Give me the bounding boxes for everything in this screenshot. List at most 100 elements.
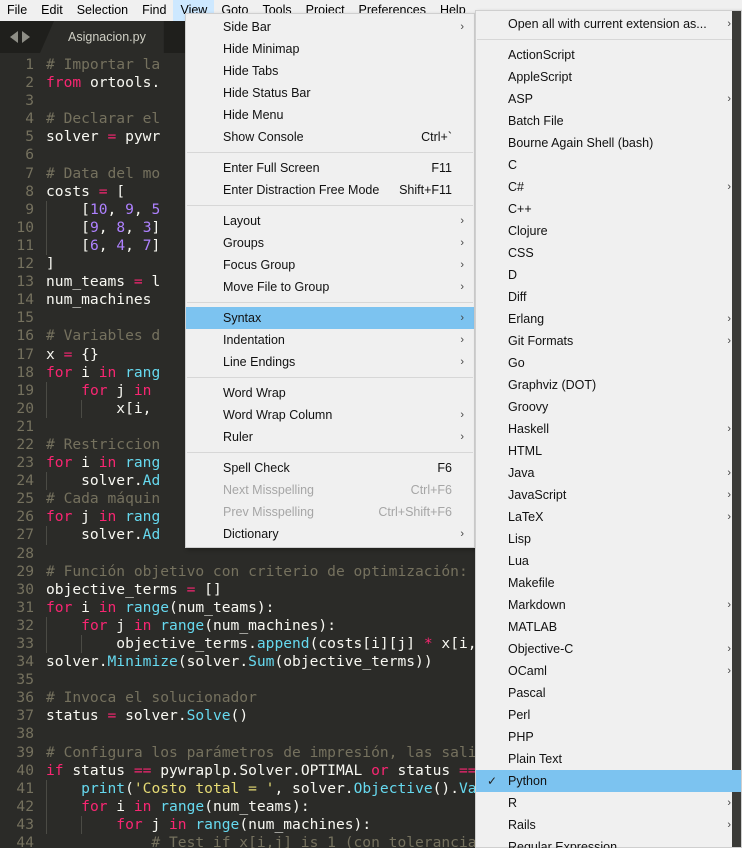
code-text: solver = pywr <box>46 128 160 145</box>
menu-item-regular-expression[interactable]: Regular Expression <box>476 836 741 848</box>
token-fn: rang <box>125 508 161 526</box>
menu-item-objective-c[interactable]: Objective-C › <box>476 638 741 660</box>
menu-item-word-wrap-column[interactable]: Word Wrap Column › <box>186 404 474 426</box>
menubar-item-file[interactable]: File <box>0 0 34 21</box>
menu-item-asp[interactable]: ASP › <box>476 88 741 110</box>
menu-item-word-wrap[interactable]: Word Wrap <box>186 382 474 404</box>
line-number: 24 <box>16 472 34 490</box>
menu-item-layout[interactable]: Layout › <box>186 210 474 232</box>
line-number: 11 <box>16 236 34 254</box>
menu-item-hide-tabs[interactable]: Hide Tabs <box>186 60 474 82</box>
menu-item-show-console[interactable]: Show Console Ctrl+` <box>186 126 474 148</box>
menu-item-side-bar[interactable]: Side Bar › <box>186 16 474 38</box>
menu-item-shortcut: Ctrl+` <box>421 130 452 144</box>
menu-item-label: Perl <box>508 708 531 722</box>
menu-item-batch-file[interactable]: Batch File <box>476 110 741 132</box>
menubar-item-find[interactable]: Find <box>135 0 173 21</box>
syntax-submenu[interactable]: Open all with current extension as... › Ac… <box>475 10 742 848</box>
menu-item-groups[interactable]: Groups › <box>186 232 474 254</box>
menu-item-hide-status-bar[interactable]: Hide Status Bar <box>186 82 474 104</box>
menu-item-focus-group[interactable]: Focus Group › <box>186 254 474 276</box>
menu-item-erlang[interactable]: Erlang › <box>476 308 741 330</box>
token-num: 9 <box>125 200 134 218</box>
menu-item-git-formats[interactable]: Git Formats › <box>476 330 741 352</box>
menu-item-groovy[interactable]: Groovy <box>476 396 741 418</box>
view-dropdown-menu[interactable]: Side Bar › Hide Minimap Hide Tabs Hide Statu… <box>185 13 475 548</box>
menu-item-rails[interactable]: Rails › <box>476 814 741 836</box>
menu-item-python[interactable]: ✓ Python <box>476 770 741 792</box>
menu-item-c[interactable]: C <box>476 154 741 176</box>
menu-item-ocaml[interactable]: OCaml › <box>476 660 741 682</box>
menu-item-hide-menu[interactable]: Hide Menu <box>186 104 474 126</box>
menu-item-indentation[interactable]: Indentation › <box>186 329 474 351</box>
menu-item-label: Graphviz (DOT) <box>508 378 597 392</box>
menu-item-makefile[interactable]: Makefile <box>476 572 741 594</box>
menu-item-label: Git Formats <box>508 334 574 348</box>
menu-item-prev-misspelling[interactable]: Prev Misspelling Ctrl+Shift+F6 <box>186 501 474 523</box>
menu-item-applescript[interactable]: AppleScript <box>476 66 741 88</box>
token-com: # Declarar el <box>46 110 161 128</box>
line-number: 41 <box>16 779 34 797</box>
menu-item-css[interactable]: CSS <box>476 242 741 264</box>
menu-item-php[interactable]: PHP <box>476 726 741 748</box>
menu-item-plain-text[interactable]: Plain Text <box>476 748 741 770</box>
menu-item-lisp[interactable]: Lisp <box>476 528 741 550</box>
menu-item-matlab[interactable]: MATLAB <box>476 616 741 638</box>
menu-separator <box>187 152 473 153</box>
menu-separator <box>477 39 740 40</box>
menu-item-latex[interactable]: LaTeX › <box>476 506 741 528</box>
menu-item-graphviz-dot[interactable]: Graphviz (DOT) <box>476 374 741 396</box>
code-text: for j in range(num_machines): <box>46 816 371 833</box>
menu-item-c[interactable]: C++ <box>476 198 741 220</box>
menu-item-label: Erlang <box>508 312 545 326</box>
tab-asignacion-py[interactable]: Asignacion.py <box>40 21 164 53</box>
menu-item-actionscript[interactable]: ActionScript <box>476 44 741 66</box>
menu-item-move-file-to-group[interactable]: Move File to Group › <box>186 276 474 298</box>
menu-item-html[interactable]: HTML <box>476 440 741 462</box>
menubar-item-selection[interactable]: Selection <box>70 0 135 21</box>
menu-item-enter-full-screen[interactable]: Enter Full Screen F11 <box>186 157 474 179</box>
token-kw: for <box>81 616 108 634</box>
navigate-back-icon[interactable] <box>10 31 18 43</box>
menubar-item-edit[interactable]: Edit <box>34 0 70 21</box>
menu-item-lua[interactable]: Lua <box>476 550 741 572</box>
line-number: 29 <box>16 562 34 580</box>
indent-guide <box>46 526 47 545</box>
menu-item-javascript[interactable]: JavaScript › <box>476 484 741 506</box>
menu-item-label: Enter Full Screen <box>223 161 320 175</box>
menu-item-haskell[interactable]: Haskell › <box>476 418 741 440</box>
menu-item-label: D <box>508 268 518 282</box>
menu-item-next-misspelling[interactable]: Next Misspelling Ctrl+F6 <box>186 479 474 501</box>
menu-item-clojure[interactable]: Clojure <box>476 220 741 242</box>
token-txt: solver. <box>46 653 108 671</box>
navigate-forward-icon[interactable] <box>22 31 30 43</box>
menu-item-hide-minimap[interactable]: Hide Minimap <box>186 38 474 60</box>
tab-nav-buttons[interactable] <box>0 21 40 53</box>
menu-item-r[interactable]: R › <box>476 792 741 814</box>
menu-item-syntax[interactable]: Syntax › <box>186 307 474 329</box>
line-number: 26 <box>16 508 34 526</box>
token-txt: i <box>72 363 99 381</box>
menu-item-spell-check[interactable]: Spell Check F6 <box>186 457 474 479</box>
menu-item-go[interactable]: Go <box>476 352 741 374</box>
menu-item-label: R <box>508 796 518 810</box>
menu-item-markdown[interactable]: Markdown › <box>476 594 741 616</box>
menu-item-line-endings[interactable]: Line Endings › <box>186 351 474 373</box>
menu-item-enter-distraction-free-mode[interactable]: Enter Distraction Free Mode Shift+F11 <box>186 179 474 201</box>
menu-item-bourne-again-shell-bash[interactable]: Bourne Again Shell (bash) <box>476 132 741 154</box>
menu-item-open-all-with-current-extension-as[interactable]: Open all with current extension as... › <box>476 13 741 35</box>
code-text: solver.Minimize(solver.Sum(objective_ter… <box>46 653 433 670</box>
code-text: from ortools. <box>46 74 160 91</box>
token-txt: status <box>63 761 134 779</box>
menu-item-d[interactable]: D <box>476 264 741 286</box>
menu-item-java[interactable]: Java › <box>476 462 741 484</box>
menu-item-c[interactable]: C# › <box>476 176 741 198</box>
menu-item-dictionary[interactable]: Dictionary › <box>186 523 474 545</box>
menu-item-pascal[interactable]: Pascal <box>476 682 741 704</box>
menu-item-diff[interactable]: Diff <box>476 286 741 308</box>
token-txt: j <box>142 815 170 833</box>
menu-item-ruler[interactable]: Ruler › <box>186 426 474 448</box>
chevron-right-icon: › <box>727 313 731 325</box>
menu-item-perl[interactable]: Perl <box>476 704 741 726</box>
